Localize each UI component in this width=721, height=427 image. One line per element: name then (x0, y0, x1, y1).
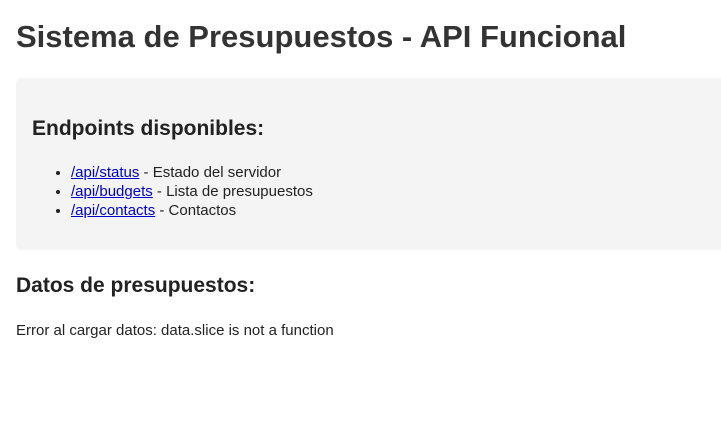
endpoints-panel: Endpoints disponibles: /api/status - Est… (16, 78, 721, 250)
endpoints-heading: Endpoints disponibles: (32, 117, 265, 140)
budgets-endpoint-description: - Lista de presupuestos (152, 183, 313, 200)
page-title: Sistema de Presupuestos - API Funcional (16, 19, 627, 54)
list-item: /api/budgets - Lista de presupuestos (71, 182, 313, 201)
budgets-heading: Datos de presupuestos: (16, 274, 256, 297)
status-endpoint-link[interactable]: /api/status (71, 164, 139, 181)
list-item: /api/status - Estado del servidor (71, 163, 313, 182)
list-item: /api/contacts - Contactos (71, 201, 313, 220)
budgets-endpoint-link[interactable]: /api/budgets (71, 183, 153, 200)
contacts-endpoint-description: - Contactos (155, 202, 237, 219)
endpoint-list: /api/status - Estado del servidor /api/b… (32, 163, 313, 220)
error-message: Error al cargar datos: data.slice is not… (16, 322, 334, 339)
status-endpoint-description: - Estado del servidor (139, 164, 282, 181)
contacts-endpoint-link[interactable]: /api/contacts (71, 202, 155, 219)
